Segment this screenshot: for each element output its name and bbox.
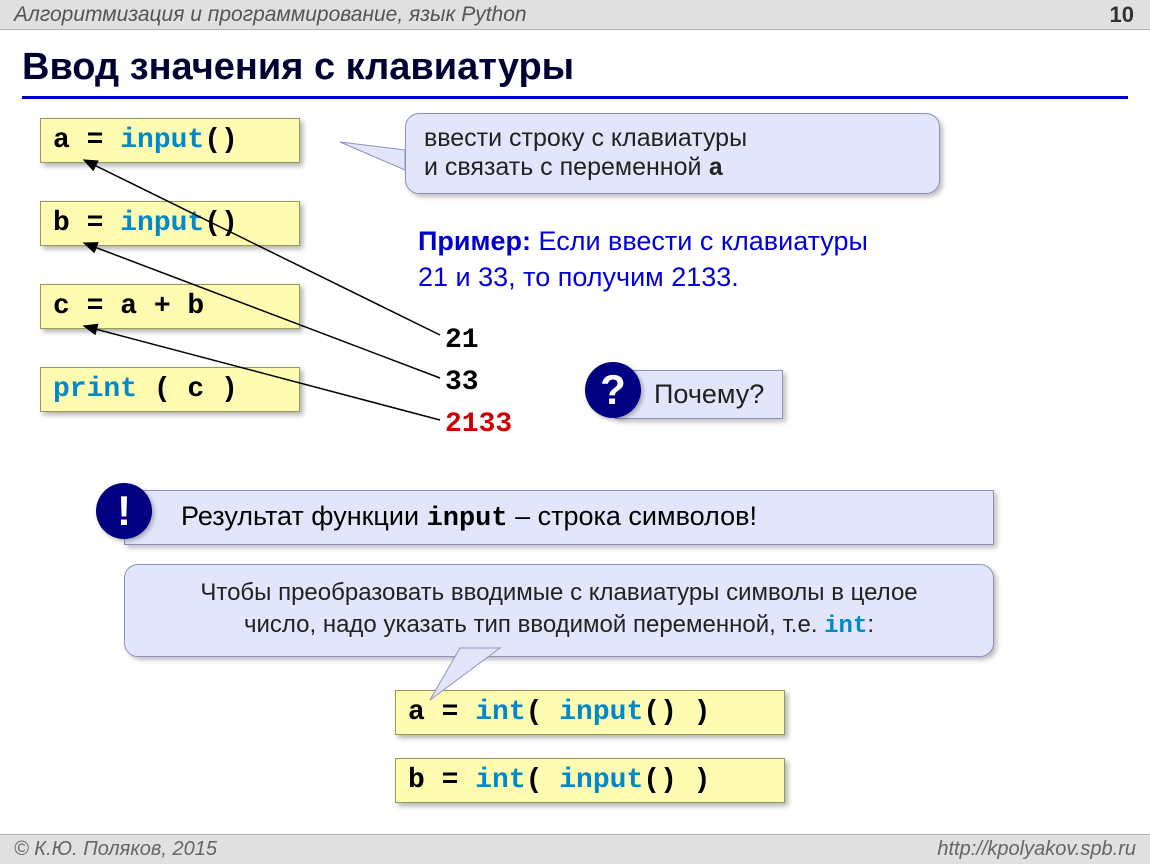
convert-line: : (867, 611, 874, 638)
bubble-text: ввести строку с клавиатуры (424, 124, 747, 152)
code-keyword: int (475, 697, 525, 728)
code-box-5: a = int( input() ) (395, 690, 785, 735)
code-text: b = (53, 208, 120, 239)
convert-line: число, надо указать тип вводимой перемен… (244, 611, 824, 638)
convert-bubble: Чтобы преобразовать вводимые с клавиатур… (124, 564, 994, 657)
code-text: a = (408, 697, 475, 728)
code-text: ( (526, 765, 560, 796)
code-text: () (204, 125, 238, 156)
convert-mono: int (824, 613, 867, 640)
exclaim-icon: ! (96, 483, 152, 539)
code-box-1: a = input() (40, 118, 300, 163)
code-box-3: c = a + b (40, 284, 300, 329)
example-line: Если ввести с клавиатуры (531, 226, 868, 256)
code-text: b = (408, 765, 475, 796)
footer-copyright: © К.Ю. Поляков, 2015 (14, 838, 217, 861)
question-icon: ? (585, 362, 641, 418)
output-line: 33 (445, 367, 479, 398)
code-text: () ) (643, 765, 710, 796)
footer-url: http://kpolyakov.spb.ru (937, 838, 1136, 861)
convert-line: Чтобы преобразовать вводимые с клавиатур… (200, 579, 917, 606)
code-box-2: b = input() (40, 201, 300, 246)
slide-header: Алгоритмизация и программирование, язык … (0, 0, 1150, 30)
bubble-mono: a (708, 154, 723, 183)
info-bar: Результат функции input – строка символо… (124, 490, 994, 545)
title-underline (22, 96, 1128, 99)
code-text: a = (53, 125, 120, 156)
code-box-4: print ( c ) (40, 367, 300, 412)
output-line: 21 (445, 325, 479, 356)
question-text: Почему? (654, 379, 764, 409)
code-text: ( (526, 697, 560, 728)
output-block: 21 33 2133 (445, 320, 512, 446)
bubble-text: и связать с переменной (424, 153, 708, 181)
code-keyword: input (120, 125, 204, 156)
code-keyword: int (475, 765, 525, 796)
code-keyword: input (559, 765, 643, 796)
code-keyword: input (120, 208, 204, 239)
code-box-6: b = int( input() ) (395, 758, 785, 803)
page-title: Ввод значения с клавиатуры (22, 46, 574, 89)
info-mono: input (427, 504, 508, 534)
code-text: () ) (643, 697, 710, 728)
slide-footer: © К.Ю. Поляков, 2015 http://kpolyakov.sp… (0, 834, 1150, 864)
output-result: 2133 (445, 409, 512, 440)
callout-bubble-1: ввести строку с клавиатуры и связать с п… (405, 113, 940, 194)
header-title: Алгоритмизация и программирование, язык … (14, 3, 527, 27)
code-keyword: print (53, 374, 137, 405)
info-text: Результат функции (181, 501, 427, 531)
code-text: () (204, 208, 238, 239)
info-text: – строка символов! (508, 501, 757, 531)
example-text: Пример: Если ввести с клавиатуры 21 и 33… (418, 223, 1118, 296)
code-text: ( c ) (137, 374, 238, 405)
code-keyword: input (559, 697, 643, 728)
page-number: 10 (1110, 2, 1134, 28)
code-text: c = a + b (53, 291, 204, 322)
example-label: Пример: (418, 226, 531, 256)
example-line: 21 и 33, то получим 2133. (418, 262, 739, 292)
